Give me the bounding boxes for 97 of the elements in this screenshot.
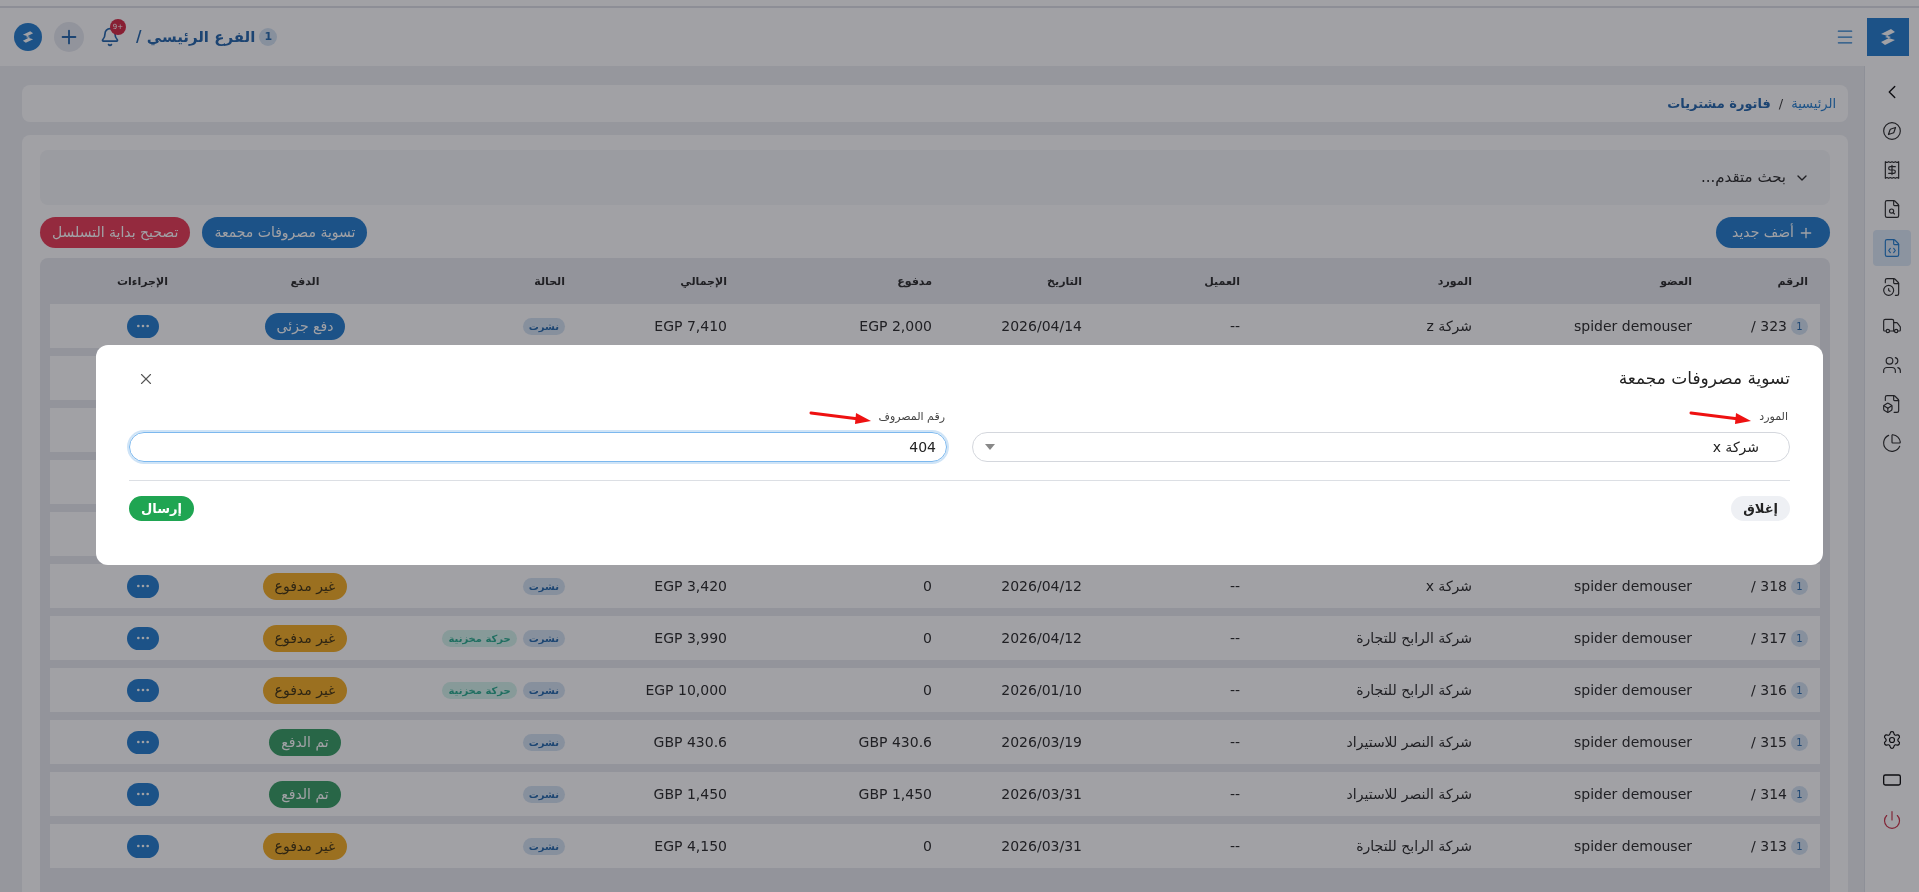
branch-count-badge: 1 <box>259 28 278 46</box>
branch-badge: 1 <box>1791 317 1808 335</box>
table-cell-text: EGP 4,150 <box>654 836 727 856</box>
invoice-number: 315 / <box>1751 732 1787 752</box>
close-dialog-button[interactable]: إغلاق <box>1731 496 1790 521</box>
table-cell-text: -- <box>1229 628 1240 648</box>
table-cell-text: 2026/03/31 <box>1001 836 1082 856</box>
table-cell-text: 2026/03/31 <box>1001 784 1082 804</box>
column-header: الرقم <box>1777 273 1808 290</box>
table-cell-text: -- <box>1229 680 1240 700</box>
modal-title: تسوية مصروفات مجمعة <box>1618 367 1790 391</box>
column-header: التاريخ <box>1047 273 1082 290</box>
invoice-number: 317 / <box>1751 628 1787 648</box>
table-cell-text: -- <box>1229 576 1240 596</box>
table-cell-text: 2026/04/12 <box>1001 576 1082 596</box>
field-label: رقم المصروف <box>878 408 945 425</box>
table-cell-text: spider demouser <box>1574 316 1692 336</box>
expense-number-field[interactable]: 404 <box>129 432 947 462</box>
status-tag: نشرت <box>522 837 565 855</box>
column-header: الإجمالي <box>680 273 727 290</box>
invoice-number: 313 / <box>1751 836 1787 856</box>
table-cell-text: شركة النصر للاستيراد <box>1346 732 1472 753</box>
table-cell-text: EGP 3,420 <box>654 576 727 596</box>
action-button[interactable]: تصحيح بداية التسلسل <box>40 217 191 248</box>
table-cell-text: spider demouser <box>1574 680 1692 700</box>
payment-status: غير مدفوع <box>262 624 348 652</box>
table-cell-text: 0 <box>923 680 932 700</box>
invoice-number: 323 / <box>1751 316 1787 336</box>
table-cell-text: spider demouser <box>1574 732 1692 752</box>
table-cell-text: 0 <box>923 836 932 856</box>
table-cell-text: spider demouser <box>1574 784 1692 804</box>
table-cell-text: شركة الرابح للتجارة <box>1356 836 1472 857</box>
status-tag: نشرت <box>522 629 565 647</box>
branch-badge: 1 <box>1791 681 1808 699</box>
table-cell-text: شركة z <box>1426 316 1472 337</box>
submit-button[interactable]: إرسال <box>129 496 194 521</box>
table-cell-text: شركة x <box>1425 576 1472 597</box>
table-cell-text: EGP 2,000 <box>859 316 932 336</box>
table-cell-text: GBP 430.6 <box>858 732 932 752</box>
branch-badge: 1 <box>1791 785 1808 803</box>
status-tag: نشرت <box>522 317 565 335</box>
table-cell-text: GBP 1,450 <box>858 784 932 804</box>
table-cell-text: 2026/01/10 <box>1001 680 1082 700</box>
advanced-search-toggle[interactable]: بحث متقدم... <box>40 150 1830 205</box>
table-cell-text: -- <box>1229 316 1240 336</box>
column-header: الحالة <box>534 273 565 290</box>
breadcrumb-link[interactable]: الرئيسية <box>1791 93 1836 114</box>
payment-status: دفع جزئى <box>264 312 346 340</box>
payment-status: تم الدفع <box>269 780 341 808</box>
branch-badge: 1 <box>1791 577 1808 595</box>
invoice-number: 316 / <box>1751 680 1787 700</box>
table-cell-text: spider demouser <box>1574 576 1692 596</box>
branch-name[interactable]: الفرع الرئيسي / <box>136 25 256 49</box>
table-cell-text: شركة الرابح للتجارة <box>1356 680 1472 701</box>
payment-status: غير مدفوع <box>262 832 348 860</box>
invoice-number: 318 / <box>1751 576 1787 596</box>
column-header: العضو <box>1660 273 1692 290</box>
column-header: المورد <box>1437 273 1472 290</box>
payment-status: غير مدفوع <box>262 676 348 704</box>
branch-badge: 1 <box>1791 733 1808 751</box>
payment-status: غير مدفوع <box>262 572 348 600</box>
status-tag: نشرت <box>522 785 565 803</box>
table-cell-text: 2026/03/19 <box>1001 732 1082 752</box>
branch-badge: 1 <box>1791 629 1808 647</box>
breadcrumb-separator: / <box>1778 94 1784 113</box>
table-cell-text: 2026/04/14 <box>1001 316 1082 336</box>
table-cell-text: -- <box>1229 732 1240 752</box>
table-cell-text: GBP 1,450 <box>653 784 727 804</box>
table-cell-text: EGP 7,410 <box>654 316 727 336</box>
field-label: المورد <box>1759 408 1788 425</box>
status-tag: نشرت <box>522 681 565 699</box>
table-cell-text: GBP 430.6 <box>653 732 727 752</box>
action-button[interactable]: تسوية مصروفات مجمعة <box>202 217 368 248</box>
table-cell-text: -- <box>1229 784 1240 804</box>
invoice-number: 314 / <box>1751 784 1787 804</box>
table-cell-text: spider demouser <box>1574 836 1692 856</box>
column-header: العميل <box>1204 273 1240 290</box>
status-tag: حركة مخزنية <box>442 629 517 647</box>
column-header: الدفع <box>290 273 320 290</box>
status-tag: حركة مخزنية <box>442 681 517 699</box>
add-new-button[interactable]: أضف جديد <box>1716 217 1830 248</box>
column-header: الإجراءات <box>117 273 168 290</box>
column-header: مدفوع <box>897 273 932 290</box>
table-cell-text: 2026/04/12 <box>1001 628 1082 648</box>
payment-status: تم الدفع <box>269 728 341 756</box>
table-cell-text: 0 <box>923 628 932 648</box>
table-cell-text: EGP 3,990 <box>654 628 727 648</box>
table-cell-text: EGP 10,000 <box>645 680 727 700</box>
branch-badge: 1 <box>1791 837 1808 855</box>
table-cell-text: شركة الرابح للتجارة <box>1356 628 1472 649</box>
table-cell-text: 0 <box>923 576 932 596</box>
table-cell-text: -- <box>1229 836 1240 856</box>
status-tag: نشرت <box>522 733 565 751</box>
status-tag: نشرت <box>522 577 565 595</box>
table-cell-text: spider demouser <box>1574 628 1692 648</box>
table-cell-text: شركة النصر للاستيراد <box>1346 784 1472 805</box>
breadcrumb-link[interactable]: فاتورة مشتريات <box>1667 93 1771 114</box>
